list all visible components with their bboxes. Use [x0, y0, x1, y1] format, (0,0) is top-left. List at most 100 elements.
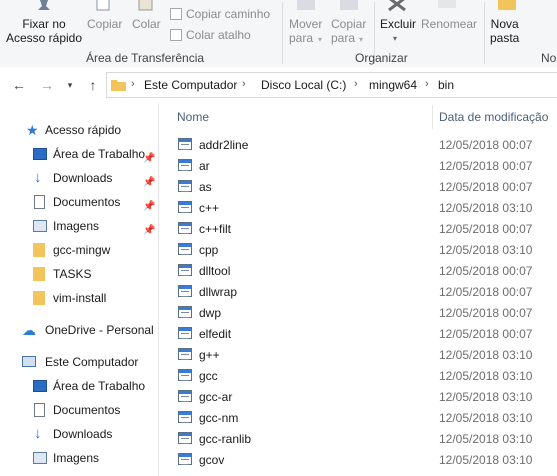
nav-downloads[interactable]: ↓ Downloads 📌	[33, 167, 155, 189]
file-name: c++	[199, 201, 220, 215]
cloud-icon: ☁	[22, 322, 36, 338]
up-arrow-icon[interactable]: ↑	[85, 77, 101, 93]
executable-file-icon	[178, 285, 192, 297]
copy-path-icon	[170, 8, 182, 20]
folder-icon	[33, 267, 45, 281]
executable-file-icon	[178, 369, 192, 381]
paste-icon	[138, 0, 153, 11]
paste-shortcut-label: Colar atalho	[186, 28, 251, 42]
copy-path-label: Copiar caminho	[186, 7, 271, 21]
file-row[interactable]: gcc 12/05/2018 03:10	[159, 365, 557, 386]
executable-file-icon	[178, 201, 192, 213]
copy-icon	[96, 0, 110, 11]
file-row[interactable]: addr2line 12/05/2018 00:07	[159, 134, 557, 155]
breadcrumb-this-pc[interactable]: Este Computador	[144, 78, 237, 92]
file-row[interactable]: c++filt 12/05/2018 00:07	[159, 218, 557, 239]
file-row[interactable]: dlltool 12/05/2018 00:07	[159, 260, 557, 281]
nav-pc-desktop-label: Área de Trabalho	[53, 379, 146, 393]
paste-label: Colar	[132, 17, 161, 31]
nav-pc-downloads-label: Downloads	[53, 427, 113, 441]
file-date-modified: 12/05/2018 00:07	[439, 285, 533, 299]
nav-gcc-mingw-label: gcc-mingw	[53, 243, 111, 257]
copy-label: Copiar	[87, 17, 123, 31]
file-row[interactable]: gcc-nm 12/05/2018 03:10	[159, 407, 557, 428]
pin-quick-access-label: Fixar no Acesso rápido	[5, 17, 83, 45]
pin-quick-access-button[interactable]: Fixar no Acesso rápido	[4, 0, 84, 48]
nav-pc-pictures-label: Imagens	[53, 451, 100, 465]
pictures-icon	[33, 452, 47, 464]
breadcrumb-mingw64[interactable]: mingw64	[369, 78, 417, 92]
file-name: gcov	[199, 453, 225, 467]
new-folder-icon	[498, 0, 516, 10]
organize-group-label: Organizar	[355, 51, 408, 65]
file-row[interactable]: gcov 12/05/2018 03:10	[159, 449, 557, 470]
download-arrow-icon: ↓	[34, 425, 42, 442]
column-divider[interactable]	[432, 105, 433, 129]
forward-arrow-icon[interactable]: →	[39, 77, 55, 93]
ribbon: Fixar no Acesso rápido Copiar Colar Copi…	[0, 0, 557, 68]
rename-label: Renomear	[421, 17, 478, 31]
copy-path-button[interactable]: Copiar caminho	[170, 7, 270, 21]
file-name: addr2line	[199, 138, 249, 152]
chevron-right-icon[interactable]: ›	[354, 78, 358, 90]
chevron-right-icon[interactable]: ›	[242, 78, 246, 90]
star-icon: ★	[26, 122, 39, 138]
rename-button[interactable]: Renomear	[420, 0, 478, 48]
computer-icon	[22, 356, 36, 367]
nav-downloads-label: Downloads	[53, 171, 113, 185]
file-name: gcc-ar	[199, 390, 233, 404]
executable-file-icon	[178, 453, 192, 465]
file-row[interactable]: as 12/05/2018 00:07	[159, 176, 557, 197]
nav-desktop[interactable]: Área de Trabalho 📌	[33, 143, 155, 165]
file-row[interactable]: ar 12/05/2018 00:07	[159, 155, 557, 176]
file-row[interactable]: dwp 12/05/2018 00:07	[159, 302, 557, 323]
nav-desktop-label: Área de Trabalho	[53, 147, 146, 161]
new-folder-label: Nova pasta	[490, 17, 520, 45]
file-row[interactable]: gcc-ranlib 12/05/2018 03:10	[159, 428, 557, 449]
file-row[interactable]: g++ 12/05/2018 03:10	[159, 344, 557, 365]
file-row[interactable]: dllwrap 12/05/2018 00:07	[159, 281, 557, 302]
nav-onedrive-label: OneDrive - Personal	[45, 323, 154, 337]
paste-button[interactable]: Colar	[129, 0, 164, 48]
file-list: Nome Data de modificação addr2line 12/05/…	[159, 103, 557, 476]
delete-label: Excluir	[380, 17, 417, 31]
breadcrumb-local-disk[interactable]: Disco Local (C:)	[261, 78, 346, 92]
move-to-icon	[297, 0, 315, 10]
ribbon-separator	[484, 2, 485, 64]
copy-to-icon	[340, 0, 358, 10]
nav-documents[interactable]: Documentos 📌	[33, 191, 155, 213]
paste-shortcut-button[interactable]: Colar atalho	[170, 28, 251, 42]
address-row: ← → ▾ ↑ › Este Computador › Disco Local …	[0, 67, 557, 103]
copy-button[interactable]: Copiar	[85, 0, 123, 48]
paste-shortcut-icon	[170, 29, 182, 41]
chevron-right-icon[interactable]: ›	[131, 78, 135, 90]
column-header-date-modified[interactable]: Data de modificação	[439, 110, 548, 124]
file-row[interactable]: c++ 12/05/2018 03:10	[159, 197, 557, 218]
file-row[interactable]: gcc-ar 12/05/2018 03:10	[159, 386, 557, 407]
file-name: dwp	[199, 306, 222, 320]
file-date-modified: 12/05/2018 00:07	[439, 327, 533, 341]
file-row[interactable]: cpp 12/05/2018 03:10	[159, 239, 557, 260]
file-name: as	[199, 180, 212, 194]
rename-icon	[438, 0, 456, 8]
delete-x-icon	[388, 0, 406, 12]
column-header-name[interactable]: Nome	[177, 110, 209, 124]
breadcrumb-bin[interactable]: bin	[438, 78, 454, 92]
move-to-button[interactable]: Mover para ▾	[288, 0, 326, 48]
file-date-modified: 12/05/2018 03:10	[439, 432, 533, 446]
nav-pc-documents-label: Documentos	[53, 403, 121, 417]
new-folder-button[interactable]: Nova pasta	[488, 0, 528, 48]
file-name: g++	[199, 348, 220, 362]
address-bar[interactable]: › Este Computador › Disco Local (C:) › m…	[106, 72, 557, 98]
recent-locations-chevron-icon[interactable]: ▾	[62, 77, 78, 93]
nav-pictures[interactable]: Imagens 📌	[33, 215, 155, 237]
back-arrow-icon[interactable]: ←	[11, 77, 27, 93]
file-name: cpp	[199, 243, 219, 257]
file-name: ar	[199, 159, 210, 173]
copy-to-button[interactable]: Copiar para ▾	[330, 0, 372, 48]
file-date-modified: 12/05/2018 00:07	[439, 138, 533, 152]
executable-file-icon	[178, 390, 192, 402]
delete-button[interactable]: Excluir ▾	[378, 0, 418, 48]
file-row[interactable]: elfedit 12/05/2018 00:07	[159, 323, 557, 344]
chevron-right-icon[interactable]: ›	[425, 78, 429, 90]
